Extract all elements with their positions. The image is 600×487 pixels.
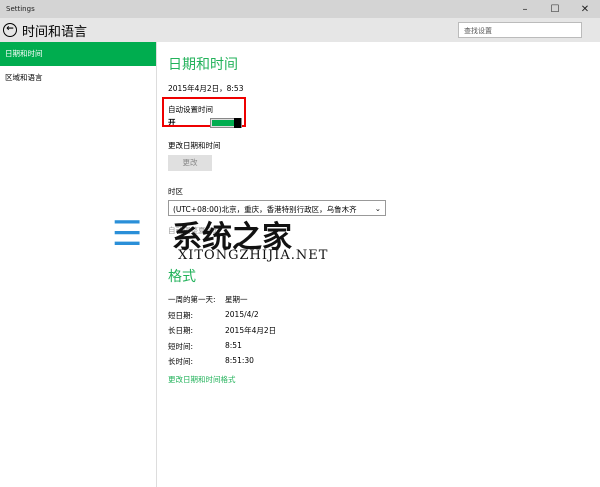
format-value: 2015年4月2日 xyxy=(225,326,277,335)
format-key: 一周的第一天: xyxy=(168,295,216,304)
watermark-logo-icon: ☰ xyxy=(112,214,143,254)
close-button[interactable]: ✕ xyxy=(570,4,600,15)
format-row: 长日期: 2015年4月2日 xyxy=(168,325,386,341)
format-row: 短日期: 2015/4/2 xyxy=(168,310,386,326)
format-key: 短日期: xyxy=(168,310,194,320)
chevron-down-icon: ⌄ xyxy=(374,204,381,213)
sidebar-item-region-language[interactable]: 区域和语言 xyxy=(0,66,156,90)
search-input[interactable]: 查找设置 xyxy=(458,22,582,38)
change-button[interactable]: 更改 xyxy=(168,155,212,171)
window-title: Settings xyxy=(6,5,35,13)
auto-time-toggle[interactable] xyxy=(210,117,242,128)
section-title: 日期和时间 xyxy=(168,57,238,73)
minimize-button[interactable]: – xyxy=(510,4,540,15)
back-arrow-icon[interactable]: ← xyxy=(3,23,17,37)
timezone-value: (UTC+08:00)北京，重庆，香港特别行政区，乌鲁木齐 xyxy=(173,205,357,214)
sidebar: 日期和时间 区域和语言 xyxy=(0,42,157,487)
change-format-link[interactable]: 更改日期和时间格式 xyxy=(168,374,386,385)
title-bar: Settings – ☐ ✕ xyxy=(0,0,600,18)
current-datetime: 2015年4月2日，8:53 xyxy=(168,84,244,93)
page-title: 时间和语言 xyxy=(22,24,88,40)
format-row: 一周的第一天: 星期一 xyxy=(168,294,386,310)
format-key: 短时间: xyxy=(168,341,194,351)
format-key: 长时间: xyxy=(168,357,194,366)
format-row: 短时间: 8:51 xyxy=(168,341,386,357)
header: ← 时间和语言 查找设置 xyxy=(0,18,600,42)
maximize-button[interactable]: ☐ xyxy=(540,4,570,15)
format-key: 长日期: xyxy=(168,326,194,335)
format-title: 格式 xyxy=(168,269,196,285)
format-value: 2015/4/2 xyxy=(225,309,259,319)
timezone-label: 时区 xyxy=(168,187,183,196)
format-row: 长时间: 8:51:30 xyxy=(168,356,386,372)
watermark-en: XITONGZHIJIA.NET xyxy=(178,248,329,263)
format-value: 8:51:30 xyxy=(225,356,254,365)
format-value: 8:51 xyxy=(225,340,242,350)
format-value: 星期一 xyxy=(225,295,248,304)
sidebar-item-date-time[interactable]: 日期和时间 xyxy=(0,42,156,66)
change-datetime-label: 更改日期和时间 xyxy=(168,141,221,150)
watermark: ☰ 系统之家 XITONGZHIJIA.NET xyxy=(112,212,327,263)
